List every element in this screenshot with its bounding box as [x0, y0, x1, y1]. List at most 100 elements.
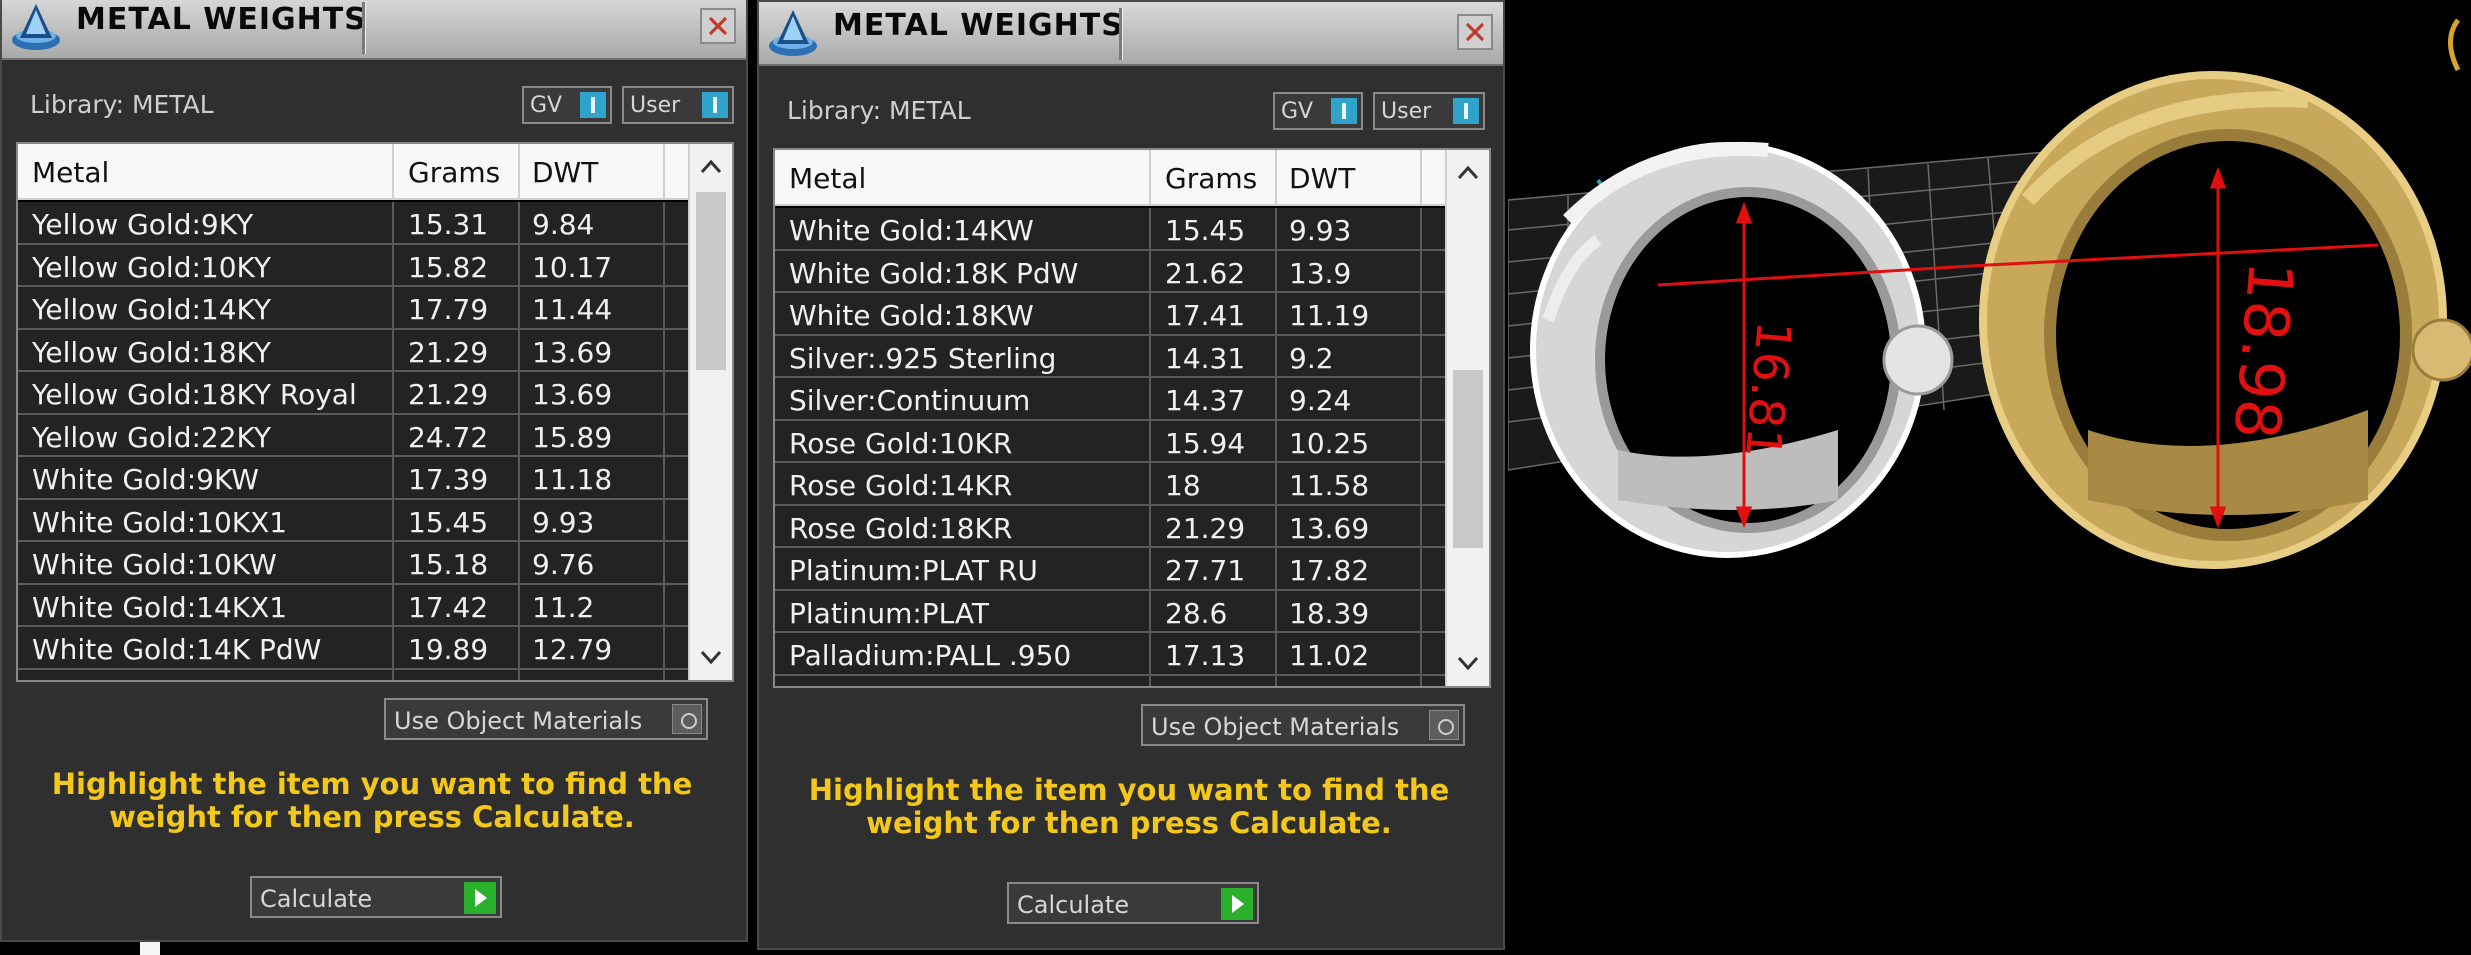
gold-ring[interactable]: [1979, 71, 2471, 569]
table-scrollbar[interactable]: [688, 144, 732, 680]
grams-cell: 15.45: [1165, 214, 1246, 247]
table-row[interactable]: White Gold:10KW 15.18 9.76: [18, 542, 690, 585]
scroll-down-icon[interactable]: [1447, 642, 1489, 682]
3d-viewport[interactable]: 16.81 18.98: [1508, 0, 2471, 955]
scroll-thumb[interactable]: [696, 192, 726, 370]
column-divider: [1275, 335, 1277, 376]
column-header-grams[interactable]: Grams: [408, 144, 500, 200]
column-divider: [663, 414, 665, 455]
scroll-down-icon[interactable]: [690, 636, 732, 676]
table-row[interactable]: Rose Gold:18KR 21.29 13.69: [775, 505, 1447, 548]
column-divider: [1149, 293, 1151, 334]
play-icon: [1221, 888, 1253, 920]
dwt-cell: 13.69: [532, 335, 613, 369]
table-row-partial[interactable]: [775, 675, 1447, 686]
table-row[interactable]: White Gold:14KX1 17.42 11.2: [18, 584, 690, 627]
column-divider: [1149, 250, 1151, 291]
scroll-thumb[interactable]: [1453, 370, 1483, 548]
table-row[interactable]: Rose Gold:14KR 18 11.58: [775, 463, 1447, 506]
column-divider: [1275, 293, 1277, 334]
column-divider: [392, 499, 394, 540]
user-toggle[interactable]: User: [622, 86, 734, 124]
table-row[interactable]: Yellow Gold:18KY 21.29 13.69: [18, 329, 690, 372]
dwt-cell: 9.24: [1289, 384, 1352, 417]
table-row[interactable]: White Gold:14K PdW 19.89 12.79: [18, 627, 690, 670]
metal-cell: Palladium:PALL .950: [789, 639, 1072, 672]
table-row[interactable]: White Gold:18K PdW 21.62 13.9: [775, 250, 1447, 293]
table-body: Yellow Gold:9KY 15.31 9.84 Yellow Gold:10K…: [18, 202, 690, 680]
column-divider: [392, 202, 394, 243]
window-title: METAL WEIGHTS: [76, 2, 367, 37]
column-divider: [663, 542, 665, 583]
column-divider: [1420, 335, 1422, 376]
table-row[interactable]: Yellow Gold:22KY 24.72 15.89: [18, 414, 690, 457]
table-row[interactable]: Yellow Gold:18KY Royal 21.29 13.69: [18, 372, 690, 415]
table-scrollbar[interactable]: [1445, 150, 1489, 686]
table-row-partial[interactable]: [18, 669, 690, 680]
column-divider: [1149, 675, 1151, 686]
gv-toggle[interactable]: GV: [522, 86, 612, 124]
column-header-grams[interactable]: Grams: [1165, 150, 1257, 206]
close-button[interactable]: [1457, 14, 1493, 50]
metal-table[interactable]: Metal Grams DWT Yellow Gold:9KY 15.31 9.84…: [16, 142, 734, 682]
app-logo-icon: [769, 10, 817, 56]
column-divider: [518, 457, 520, 498]
column-divider: [392, 584, 394, 625]
column-divider: [663, 144, 665, 200]
scroll-up-icon[interactable]: [690, 148, 732, 188]
titlebar[interactable]: METAL WEIGHTS: [759, 2, 1503, 66]
metal-cell: White Gold:14KW: [789, 214, 1034, 247]
column-divider: [1149, 633, 1151, 674]
column-divider: [1275, 250, 1277, 291]
column-divider: [392, 144, 394, 200]
table-row[interactable]: Palladium:PALL .950 17.13 11.02: [775, 633, 1447, 676]
metal-table[interactable]: Metal Grams DWT White Gold:14KW 15.45 9.93…: [773, 148, 1491, 688]
column-divider: [1420, 675, 1422, 686]
calculate-button[interactable]: Calculate: [250, 876, 502, 918]
table-row[interactable]: White Gold:10KX1 15.45 9.93: [18, 499, 690, 542]
column-divider: [518, 287, 520, 328]
close-button[interactable]: [700, 8, 736, 44]
column-header-metal[interactable]: Metal: [789, 150, 866, 206]
column-header-dwt[interactable]: DWT: [532, 144, 598, 200]
measure-right-label: 18.98: [2220, 259, 2308, 442]
table-row[interactable]: Yellow Gold:14KY 17.79 11.44: [18, 287, 690, 330]
grams-cell: 21.29: [1165, 511, 1246, 545]
metal-cell: White Gold:14KX1: [32, 590, 288, 624]
use-object-materials-toggle[interactable]: Use Object Materials: [1141, 704, 1465, 746]
scroll-up-icon[interactable]: [1447, 154, 1489, 194]
metal-cell: Rose Gold:14KR: [789, 469, 1013, 502]
table-row[interactable]: Yellow Gold:10KY 15.82 10.17: [18, 244, 690, 287]
dwt-cell: 13.9: [1289, 256, 1352, 290]
table-row[interactable]: Platinum:PLAT 28.6 18.39: [775, 590, 1447, 633]
column-divider: [1420, 378, 1422, 419]
table-row[interactable]: Platinum:PLAT RU 27.71 17.82: [775, 548, 1447, 591]
table-row[interactable]: White Gold:9KW 17.39 11.18: [18, 457, 690, 500]
column-divider: [663, 287, 665, 328]
table-row[interactable]: White Gold:18KW 17.41 11.19: [775, 293, 1447, 336]
table-row[interactable]: Yellow Gold:9KY 15.31 9.84: [18, 202, 690, 245]
column-divider: [1149, 463, 1151, 504]
viewport-canvas[interactable]: 16.81 18.98: [1508, 0, 2471, 955]
column-divider: [518, 669, 520, 680]
grams-cell: 17.13: [1165, 639, 1246, 672]
table-row[interactable]: Silver:Continuum 14.37 9.24: [775, 378, 1447, 421]
titlebar[interactable]: METAL WEIGHTS: [2, 0, 746, 60]
table-body: White Gold:14KW 15.45 9.93 White Gold:18K …: [775, 208, 1447, 686]
table-row[interactable]: Silver:.925 Sterling 14.31 9.2: [775, 335, 1447, 378]
metal-cell: Silver:Continuum: [789, 384, 1031, 417]
column-divider: [663, 669, 665, 680]
desktop-edge: [140, 942, 160, 955]
table-row[interactable]: White Gold:14KW 15.45 9.93: [775, 208, 1447, 251]
gv-toggle[interactable]: GV: [1273, 92, 1363, 130]
column-header-metal[interactable]: Metal: [32, 144, 109, 200]
use-object-materials-toggle[interactable]: Use Object Materials: [384, 698, 708, 740]
calculate-button[interactable]: Calculate: [1007, 882, 1259, 924]
dwt-cell: 9.93: [532, 505, 595, 539]
grams-cell: 15.45: [408, 505, 489, 539]
column-header-dwt[interactable]: DWT: [1289, 150, 1355, 206]
column-divider: [518, 584, 520, 625]
table-row[interactable]: Rose Gold:10KR 15.94 10.25: [775, 420, 1447, 463]
column-divider: [1275, 420, 1277, 461]
user-toggle[interactable]: User: [1373, 92, 1485, 130]
